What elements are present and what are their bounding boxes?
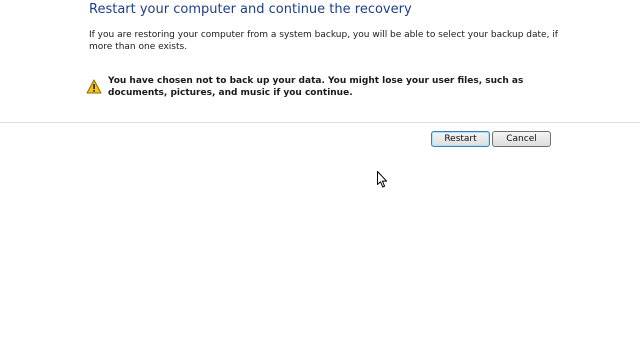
description-text: If you are restoring your computer from … (89, 30, 558, 52)
page-title: Restart your computer and continue the r… (89, 2, 412, 17)
cancel-button[interactable]: Cancel (492, 131, 551, 147)
warning-icon (86, 79, 102, 94)
divider (0, 122, 640, 123)
mouse-pointer-icon (377, 171, 388, 188)
recovery-page: Restart your computer and continue the r… (0, 0, 640, 360)
restart-button[interactable]: Restart (431, 131, 490, 147)
warning-text: You have chosen not to back up your data… (108, 76, 524, 98)
